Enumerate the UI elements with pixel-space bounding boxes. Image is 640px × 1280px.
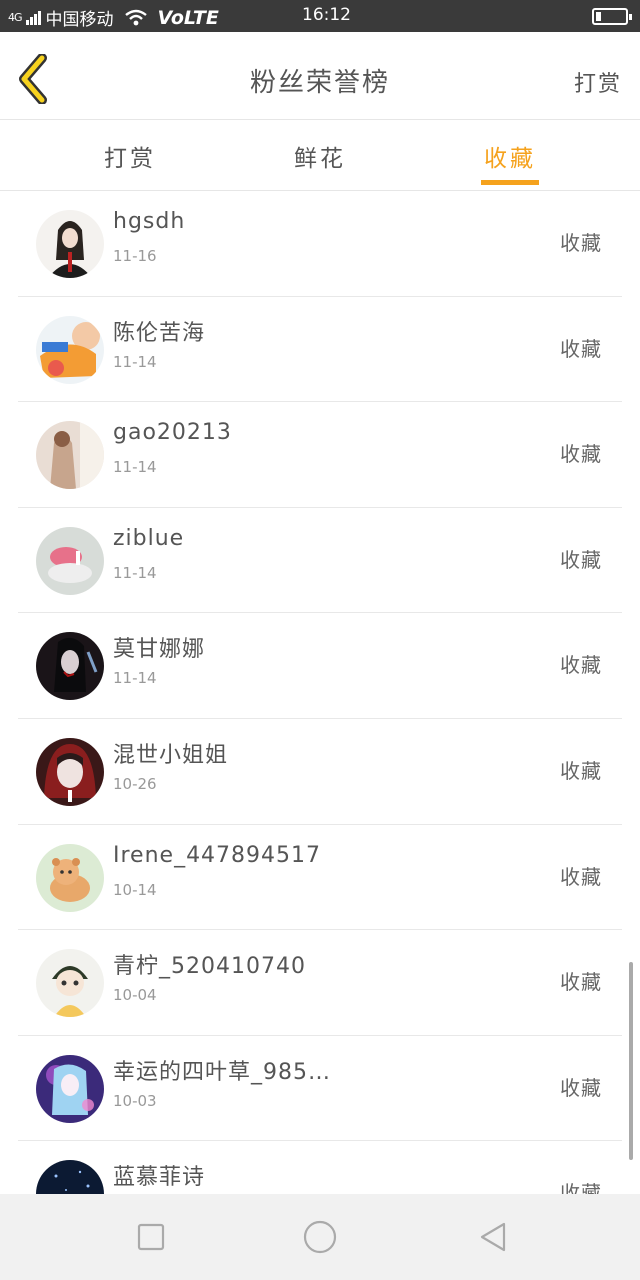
item-type: 收藏 xyxy=(560,653,602,678)
avatar xyxy=(36,421,104,490)
list-item[interactable]: 幸运的四叶草_985… 10-03 收藏 xyxy=(18,1036,622,1142)
tab-flowers[interactable]: 鲜花 xyxy=(260,139,380,173)
user-name: 青柠_520410740 xyxy=(113,954,306,980)
user-name: gao20213 xyxy=(113,420,232,446)
user-name: 蓝慕菲诗 xyxy=(113,1165,206,1191)
home-button[interactable] xyxy=(303,1220,337,1254)
user-name: hgsdh xyxy=(113,209,186,234)
list-item[interactable]: 混世小姐姐 10-26 收藏 xyxy=(18,719,622,825)
user-name: 莫甘娜娜 xyxy=(113,637,206,663)
clock: 16:12 xyxy=(302,5,351,25)
item-date: 10-03 xyxy=(113,1091,157,1110)
reward-button[interactable]: 打赏 xyxy=(574,66,622,98)
tab-favorites[interactable]: 收藏 xyxy=(450,139,570,173)
item-type: 收藏 xyxy=(560,864,602,889)
scrollbar[interactable] xyxy=(629,962,633,1160)
recent-apps-button[interactable] xyxy=(134,1220,168,1254)
list-item[interactable]: hgsdh 11-16 收藏 xyxy=(18,191,622,297)
header: 粉丝荣誉榜 打赏 xyxy=(0,32,640,120)
avatar xyxy=(36,1054,104,1123)
page-title: 粉丝荣誉榜 xyxy=(249,68,390,98)
item-date: 11-14 xyxy=(113,352,157,371)
avatar xyxy=(36,949,104,1018)
volte-label: VoLTE xyxy=(157,6,219,29)
user-name: Irene_447894517 xyxy=(113,842,322,868)
item-type: 收藏 xyxy=(560,1181,602,1194)
list-item[interactable]: 莫甘娜娜 11-14 收藏 xyxy=(18,613,622,719)
item-type: 收藏 xyxy=(560,442,602,467)
item-type: 收藏 xyxy=(560,1075,602,1100)
avatar xyxy=(36,526,104,595)
list-item[interactable]: 青柠_520410740 10-04 收藏 xyxy=(18,930,622,1036)
user-name: 陈伦苦海 xyxy=(113,320,206,346)
active-tab-indicator xyxy=(481,180,539,185)
item-date: 10-14 xyxy=(113,880,157,899)
avatar xyxy=(36,315,104,384)
item-type: 收藏 xyxy=(560,547,602,572)
signal-bars-icon xyxy=(25,10,41,25)
list-item[interactable]: 蓝慕菲诗 收藏 xyxy=(18,1141,622,1194)
avatar xyxy=(36,1160,104,1194)
carrier-info: 4G 中国移动 VoLTE xyxy=(8,5,219,31)
signal-icon: 4G xyxy=(8,11,22,24)
user-name: 幸运的四叶草_985… xyxy=(113,1059,331,1085)
item-date: 10-26 xyxy=(113,774,157,793)
avatar xyxy=(36,632,104,701)
tab-bar: 打赏 鲜花 收藏 xyxy=(0,121,640,191)
user-name: 混世小姐姐 xyxy=(113,742,229,768)
item-type: 收藏 xyxy=(560,970,602,995)
back-triangle-icon xyxy=(480,1222,506,1252)
carrier-name: 中国移动 xyxy=(45,10,114,30)
fan-list: hgsdh 11-16 收藏 陈伦苦海 11-14 收藏 gao20213 11… xyxy=(18,191,622,1194)
item-type: 收藏 xyxy=(560,336,602,361)
avatar xyxy=(36,843,104,912)
item-date: 11-14 xyxy=(113,458,157,477)
list-item[interactable]: gao20213 11-14 收藏 xyxy=(18,402,622,508)
list-item[interactable]: Irene_447894517 10-14 收藏 xyxy=(18,825,622,931)
status-bar: 4G 中国移动 VoLTE 16:12 xyxy=(0,0,640,32)
system-nav-bar xyxy=(0,1194,640,1280)
system-back-button[interactable] xyxy=(476,1220,510,1254)
item-date: 10-04 xyxy=(113,986,157,1005)
wifi-icon xyxy=(124,9,147,25)
list-item[interactable]: 陈伦苦海 11-14 收藏 xyxy=(18,297,622,403)
tab-reward[interactable]: 打赏 xyxy=(70,139,190,173)
item-date: 11-16 xyxy=(113,247,157,265)
item-date: 11-14 xyxy=(113,563,157,582)
avatar xyxy=(36,737,104,806)
home-icon xyxy=(303,1220,337,1254)
battery-icon xyxy=(592,8,632,25)
user-name: ziblue xyxy=(113,525,185,551)
recent-apps-icon xyxy=(137,1223,165,1251)
item-type: 收藏 xyxy=(560,758,602,783)
avatar xyxy=(36,210,104,278)
list-item[interactable]: ziblue 11-14 收藏 xyxy=(18,508,622,614)
item-type: 收藏 xyxy=(560,231,602,255)
item-date: 11-14 xyxy=(113,669,157,688)
